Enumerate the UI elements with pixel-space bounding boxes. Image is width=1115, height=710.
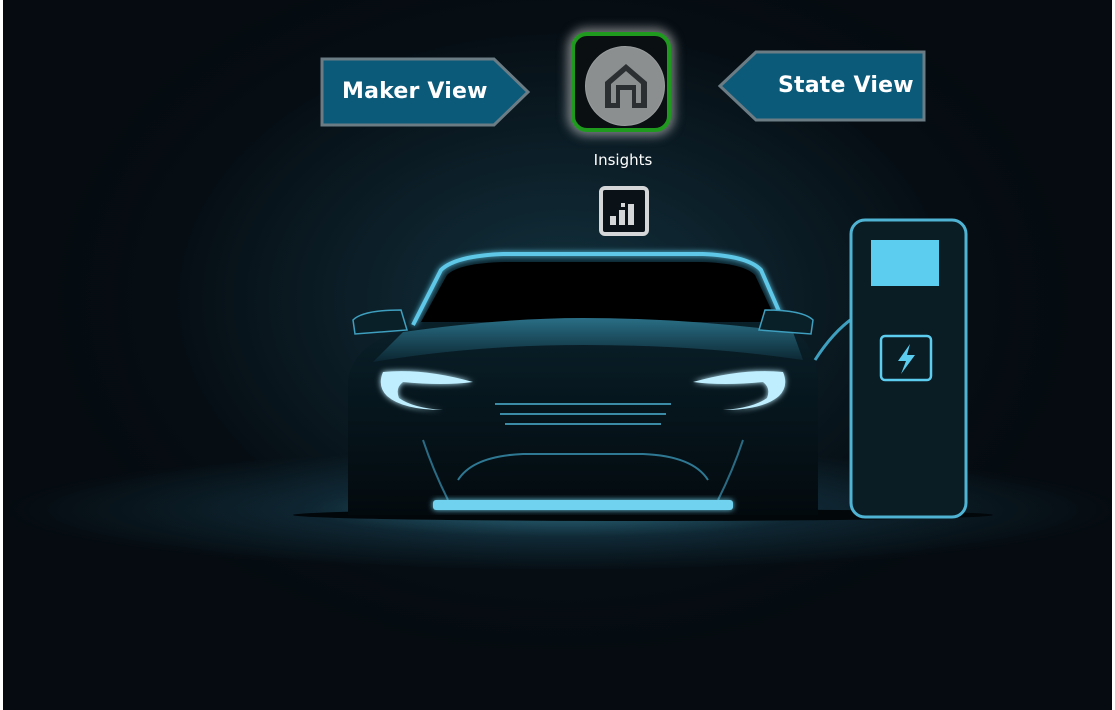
state-view-label: State View (778, 73, 914, 98)
bar-chart-icon (599, 186, 649, 236)
insights-label: Insights (593, 151, 653, 169)
dashboard-canvas: Maker View State View Insights (3, 0, 1112, 710)
state-view-button[interactable]: State View (716, 49, 928, 123)
charging-station (849, 218, 968, 519)
ev-car-illustration (293, 218, 993, 521)
maker-view-button[interactable]: Maker View (320, 56, 532, 128)
home-icon (605, 64, 647, 108)
car (348, 250, 818, 515)
home-button[interactable] (571, 32, 671, 132)
maker-view-label: Maker View (342, 79, 488, 104)
insights-button[interactable] (599, 186, 649, 236)
home-icon-circle (585, 46, 665, 126)
charging-cable (813, 316, 854, 361)
